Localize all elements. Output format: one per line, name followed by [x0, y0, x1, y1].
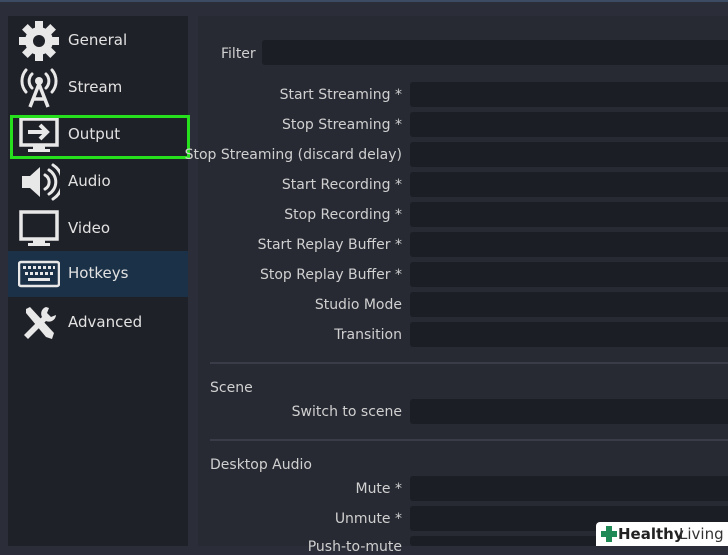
hotkey-label-unmute: Unmute *: [334, 511, 402, 527]
keyboard-icon: [18, 260, 60, 288]
plus-logo-icon: [601, 526, 617, 542]
hotkey-field-start-replay-buffer[interactable]: [410, 232, 728, 257]
hotkey-label-stop-recording: Stop Recording *: [284, 207, 402, 223]
filter-label: Filter: [221, 46, 256, 62]
filter-input[interactable]: [262, 40, 728, 65]
section-title-scene: Scene: [210, 380, 253, 396]
sidebar-item-label: Video: [68, 219, 111, 237]
gear-icon: [19, 21, 59, 61]
hotkey-field-stop-recording[interactable]: [410, 202, 728, 227]
tools-icon: [24, 307, 56, 339]
hotkey-label-push-to-mute: Push-to-mute: [307, 539, 402, 555]
settings-sidebar: General Stream Output Audio Video Hotkey…: [8, 16, 188, 546]
watermark-word: Living: [679, 525, 724, 543]
section-divider: [210, 362, 728, 364]
hotkey-field-studio-mode[interactable]: [410, 292, 728, 317]
hotkey-label-mute: Mute *: [355, 481, 402, 497]
hotkey-label-stop-streaming: Stop Streaming *: [281, 117, 402, 133]
sidebar-item-advanced[interactable]: Advanced: [8, 300, 188, 346]
hotkey-label-stop-replay-buffer: Stop Replay Buffer *: [259, 267, 402, 283]
section-divider: [210, 439, 728, 441]
hotkey-field-stop-replay-buffer[interactable]: [410, 262, 728, 287]
sidebar-item-label: Stream: [68, 78, 123, 96]
sidebar-item-label: Audio: [68, 172, 111, 190]
monitor-icon: [19, 210, 59, 246]
hotkey-label-start-recording: Start Recording *: [281, 177, 402, 193]
speaker-icon: [22, 163, 60, 201]
sidebar-item-general[interactable]: General: [8, 18, 188, 64]
sidebar-item-hotkeys[interactable]: Hotkeys: [8, 251, 188, 297]
output-highlight-box: [10, 115, 190, 159]
hotkey-field-start-recording[interactable]: [410, 172, 728, 197]
sidebar-item-label: Hotkeys: [68, 264, 129, 282]
broadcast-tower-icon: [20, 68, 58, 108]
watermark-brand: Healthy: [618, 525, 684, 543]
hotkey-label-stop-streaming-discard: Stop Streaming (discard delay): [184, 147, 402, 163]
hotkey-field-transition[interactable]: [410, 322, 728, 347]
hotkey-field-mute[interactable]: [410, 476, 728, 501]
hotkey-label-start-replay-buffer: Start Replay Buffer *: [257, 237, 402, 253]
hotkey-field-stop-streaming[interactable]: [410, 112, 728, 137]
window-top-border: [0, 0, 728, 2]
sidebar-item-label: Advanced: [68, 313, 143, 331]
healthy-living-watermark: Healthy Living: [596, 522, 728, 546]
hotkey-label-transition: Transition: [334, 327, 402, 343]
sidebar-item-audio[interactable]: Audio: [8, 159, 188, 205]
hotkey-field-switch-to-scene[interactable]: [410, 399, 728, 424]
sidebar-item-label: General: [68, 31, 128, 49]
hotkey-label-studio-mode: Studio Mode: [314, 297, 402, 313]
hotkey-label-start-streaming: Start Streaming *: [279, 87, 402, 103]
sidebar-item-video[interactable]: Video: [8, 206, 188, 252]
hotkey-label-switch-to-scene: Switch to scene: [291, 404, 402, 420]
section-title-desktop-audio: Desktop Audio: [210, 457, 312, 473]
hotkey-field-start-streaming[interactable]: [410, 82, 728, 107]
hotkey-field-stop-streaming-discard[interactable]: [410, 142, 728, 167]
sidebar-item-stream[interactable]: Stream: [8, 65, 188, 111]
